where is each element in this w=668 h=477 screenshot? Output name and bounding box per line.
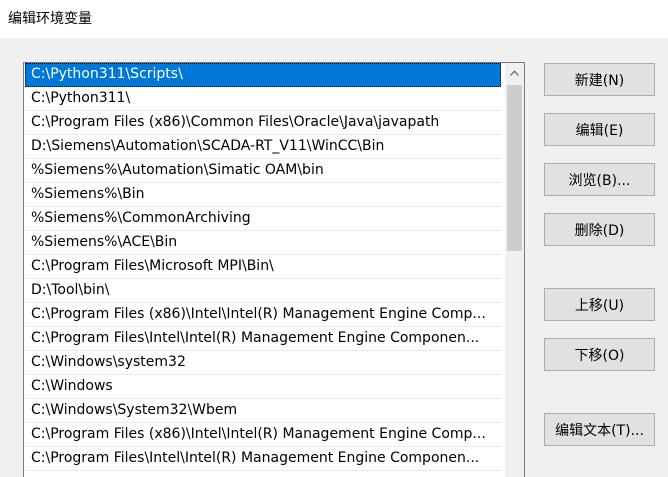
dialog-title: 编辑环境变量 bbox=[8, 11, 92, 27]
chevron-up-icon bbox=[510, 70, 519, 76]
list-item[interactable]: C:\Program Files (x86)\Common Files\Orac… bbox=[25, 111, 501, 135]
title-bar: 编辑环境变量 bbox=[0, 0, 668, 38]
list-item[interactable]: D:\Siemens\Automation\SCADA-RT_V11\WinCC… bbox=[25, 135, 501, 159]
path-list: C:\Python311\Scripts\ C:\Python311\ C:\P… bbox=[24, 63, 505, 471]
edit-button[interactable]: 编辑(E) bbox=[544, 113, 655, 146]
list-item[interactable]: %Siemens%\ACE\Bin bbox=[25, 231, 501, 255]
list-item[interactable]: C:\Python311\Scripts\ bbox=[25, 63, 501, 87]
list-item[interactable]: C:\Program Files\Intel\Intel(R) Manageme… bbox=[25, 327, 501, 351]
list-item[interactable]: C:\Windows\system32 bbox=[25, 351, 501, 375]
list-item[interactable]: %Siemens%\Bin bbox=[25, 183, 501, 207]
list-item[interactable]: D:\Tool\bin\ bbox=[25, 279, 501, 303]
list-item[interactable]: C:\Program Files\Intel\Intel(R) Manageme… bbox=[25, 447, 501, 471]
scroll-thumb[interactable] bbox=[507, 85, 522, 251]
path-listbox[interactable]: C:\Python311\Scripts\ C:\Python311\ C:\P… bbox=[23, 62, 525, 477]
list-item[interactable]: C:\Python311\ bbox=[25, 87, 501, 111]
scroll-up-button[interactable] bbox=[505, 63, 524, 83]
edit-text-button[interactable]: 编辑文本(T)... bbox=[544, 413, 655, 446]
list-item[interactable]: C:\Program Files (x86)\Intel\Intel(R) Ma… bbox=[25, 303, 501, 327]
list-item[interactable]: %Siemens%\Automation\Simatic OAM\bin bbox=[25, 159, 501, 183]
delete-button[interactable]: 删除(D) bbox=[544, 213, 655, 246]
list-item[interactable]: C:\Program Files\Microsoft MPI\Bin\ bbox=[25, 255, 501, 279]
list-item[interactable]: C:\Windows bbox=[25, 375, 501, 399]
edit-env-variable-dialog: 编辑环境变量 C:\Python311\Scripts\ C:\Python31… bbox=[0, 0, 668, 477]
browse-button[interactable]: 浏览(B)... bbox=[544, 163, 655, 196]
list-item[interactable]: C:\Program Files (x86)\Intel\Intel(R) Ma… bbox=[25, 423, 501, 447]
new-button[interactable]: 新建(N) bbox=[544, 63, 655, 96]
move-down-button[interactable]: 下移(O) bbox=[544, 338, 655, 371]
move-up-button[interactable]: 上移(U) bbox=[544, 288, 655, 321]
list-item[interactable]: C:\Windows\System32\Wbem bbox=[25, 399, 501, 423]
vertical-scrollbar[interactable] bbox=[505, 63, 524, 477]
list-item[interactable]: %Siemens%\CommonArchiving bbox=[25, 207, 501, 231]
